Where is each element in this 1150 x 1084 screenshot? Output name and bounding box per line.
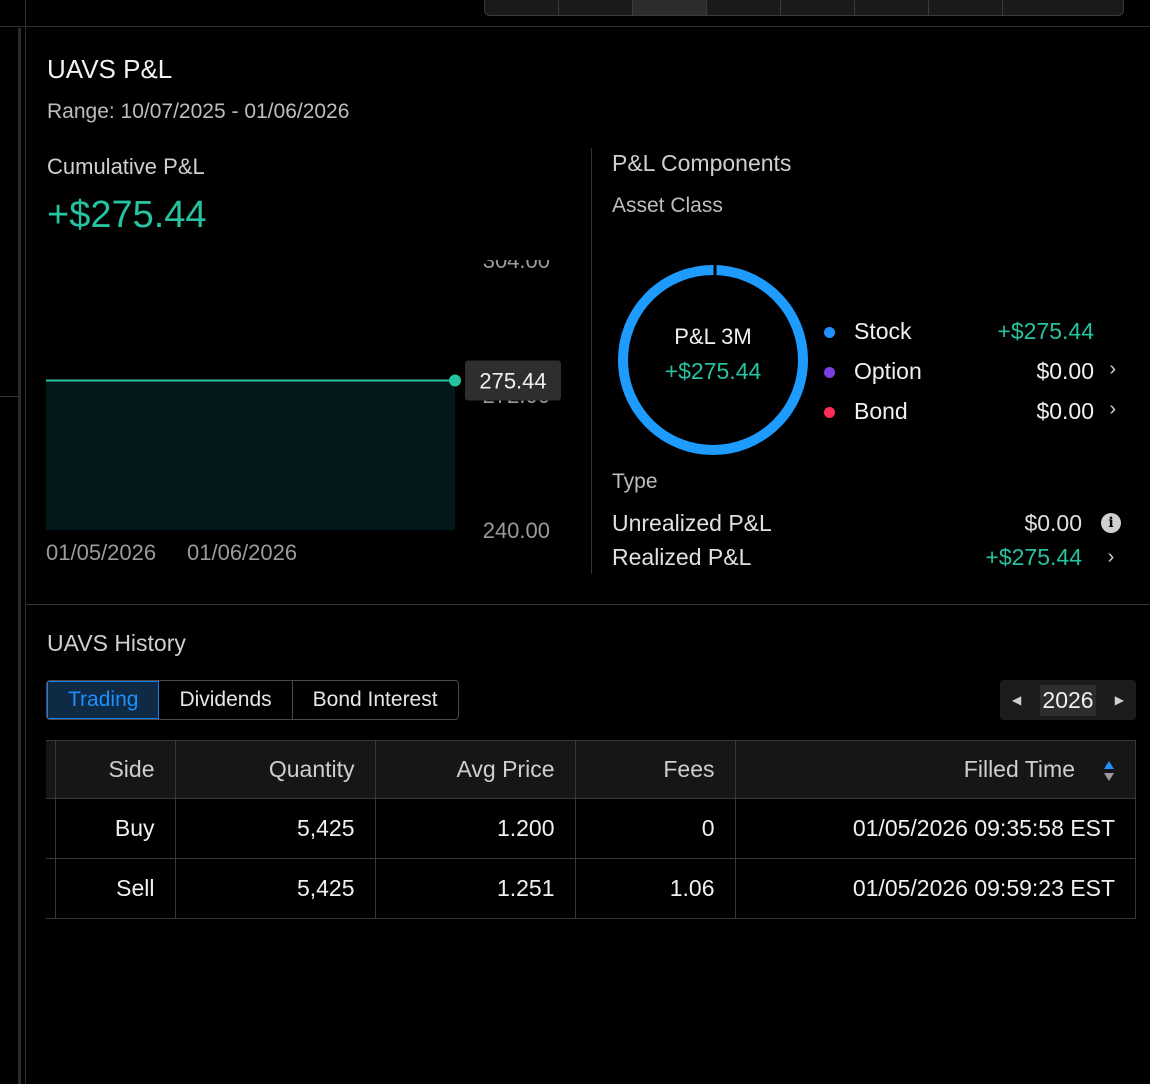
asset-class-donut[interactable]: P&L 3M +$275.44 [612,260,812,460]
column-header-filled-time[interactable]: Filled Time [734,740,1136,799]
chevron-right-icon[interactable]: › [1109,398,1116,421]
legend-item-stock[interactable]: Stock +$275.44 [822,316,1122,356]
type-value: +$275.44 [985,544,1082,570]
sort-icon[interactable] [1103,760,1115,782]
legend-value: $0.00 [1036,398,1094,424]
range-tab-max[interactable]: MAX [929,0,1003,15]
unrealized-pnl-row: Unrealized P&L $0.00 i [612,510,1122,542]
range-tab-1y[interactable]: 1Y [855,0,929,15]
y-tick-label: 304.00 [483,260,550,273]
y-tick-label: 240.00 [483,518,550,543]
cell-quantity: 5,425 [174,798,376,859]
top-divider [0,26,1150,27]
column-header-fees[interactable]: Fees [574,740,736,799]
legend-name: Stock [854,318,912,344]
cell-fees: 0 [574,798,736,859]
donut-value: +$275.44 [665,358,762,384]
date-range: Range: 10/07/2025 - 01/06/2026 [47,100,350,123]
range-tab-5d[interactable]: 5D [485,0,559,15]
tab-bond-interest[interactable]: Bond Interest [293,681,458,719]
legend-name: Bond [854,398,908,424]
range-tab-custom[interactable]: Custom [1003,0,1123,15]
type-name: Realized P&L [612,544,752,570]
cell-filled-time: 01/05/2026 09:59:23 EST [734,858,1136,919]
range-tab-1m[interactable]: 1M [559,0,633,15]
type-name: Unrealized P&L [612,510,772,536]
tab-trading[interactable]: Trading [47,681,160,719]
chart-area-fill [46,380,455,530]
history-title: UAVS History [47,630,186,656]
asset-class-label: Asset Class [612,194,723,217]
components-title: P&L Components [612,150,792,176]
tab-dividends[interactable]: Dividends [159,681,293,719]
history-tabs: Trading Dividends Bond Interest [46,680,459,720]
table-header-row: Side Quantity Avg Price Fees Filled Time [46,740,1136,799]
column-header-quantity[interactable]: Quantity [174,740,376,799]
range-tab-3m[interactable]: 3M [633,0,707,15]
bond-dot-icon [824,407,835,418]
filled-time-label: Filled Time [963,756,1075,782]
cell-side: Sell [54,858,176,919]
x-tick-label: 01/05/2026 [46,540,156,565]
x-tick-label: 01/06/2026 [187,540,297,565]
year-value[interactable]: 2026 [1040,684,1096,716]
legend-value: +$275.44 [997,318,1094,344]
page-title: UAVS P&L [47,54,173,84]
column-header-side[interactable]: Side [54,740,176,799]
range-tab-ytd[interactable]: YTD [781,0,855,15]
type-value: $0.00 [1024,510,1082,536]
year-selector: ◀ 2026 ▶ [1000,680,1136,720]
info-icon[interactable]: i [1101,513,1121,533]
cell-filled-time: 01/05/2026 09:35:58 EST [734,798,1136,859]
legend-item-bond[interactable]: Bond $0.00 › [822,396,1122,436]
table-row[interactable]: Buy 5,425 1.200 0 01/05/2026 09:35:58 ES… [46,798,1136,859]
legend-item-option[interactable]: Option $0.00 › [822,356,1122,396]
column-header-avg-price[interactable]: Avg Price [374,740,576,799]
trade-history-table: Side Quantity Avg Price Fees Filled Time… [46,740,1136,919]
table-stub-cell [46,858,56,919]
asset-class-legend: Stock +$275.44 Option $0.00 › Bond $0.00… [822,316,1122,436]
cell-fees: 1.06 [574,858,736,919]
section-divider [26,604,1150,605]
donut-label: P&L 3M [674,324,751,349]
cell-avg-price: 1.251 [374,858,576,919]
pnl-page: 5D 1M 3M 6M YTD 1Y MAX Custom UAVS P&L R… [0,0,1150,1084]
range-tab-6m[interactable]: 6M [707,0,781,15]
cumulative-label: Cumulative P&L [47,154,205,179]
section-divider [591,148,592,574]
cumulative-pnl-chart[interactable]: 304.00 272.00 240.00 01/05/2026 01/06/20… [0,260,580,580]
cell-quantity: 5,425 [174,858,376,919]
type-label: Type [612,470,658,493]
chevron-right-icon[interactable]: › [1109,358,1116,381]
cell-side: Buy [54,798,176,859]
stock-dot-icon [824,327,835,338]
table-row[interactable]: Sell 5,425 1.251 1.06 01/05/2026 09:59:2… [46,858,1136,919]
realized-pnl-row[interactable]: Realized P&L +$275.44 › [612,544,1122,576]
triangle-right-icon[interactable]: ▶ [1115,693,1124,707]
current-value-dot [449,374,461,387]
table-stub-cell [46,798,56,859]
table-stub-cell [46,740,56,799]
cumulative-value: +$275.44 [47,194,207,236]
chevron-right-icon[interactable]: › [1100,546,1122,568]
cell-avg-price: 1.200 [374,798,576,859]
current-value-label: 275.44 [479,368,546,393]
legend-name: Option [854,358,922,384]
range-tabs: 5D 1M 3M 6M YTD 1Y MAX Custom [484,0,1124,16]
legend-value: $0.00 [1036,358,1094,384]
option-dot-icon [824,367,835,378]
triangle-left-icon[interactable]: ◀ [1012,693,1021,707]
